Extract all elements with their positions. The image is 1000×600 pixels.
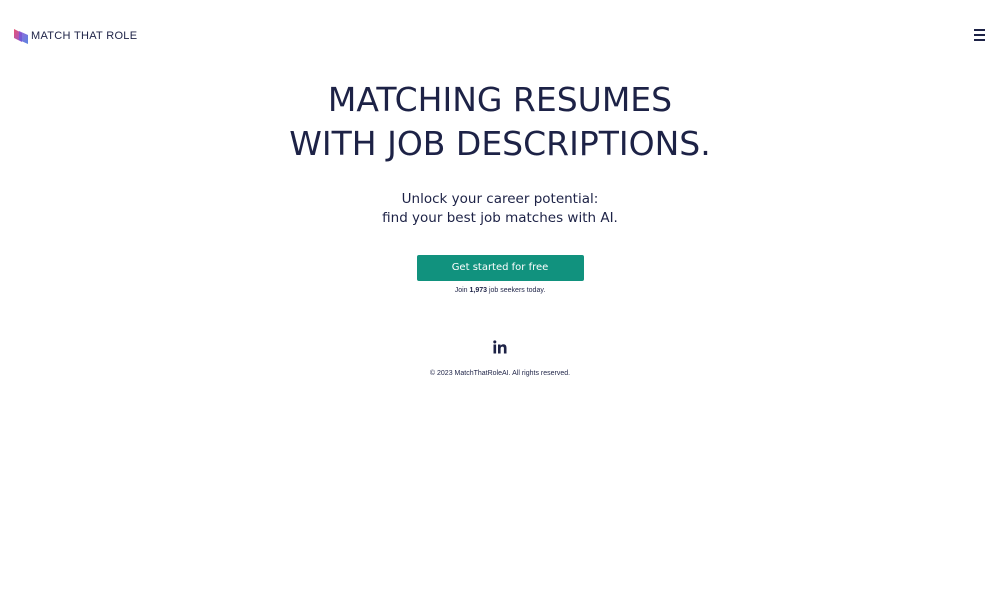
subhead-line-2: find your best job matches with AI. xyxy=(382,210,618,226)
social-proof-suffix: job seekers today. xyxy=(487,287,546,294)
page: MATCH THAT ROLE MATCHING RESUMES WITH JO… xyxy=(0,0,1000,600)
hamburger-menu-icon-bar xyxy=(974,34,985,36)
social-proof-text: Join 1,973 job seekers today. xyxy=(0,286,1000,296)
job-seeker-count: 1,973 xyxy=(469,287,488,294)
social-proof-prefix: Join xyxy=(454,287,470,294)
site-footer: © 2023 MatchThatRoleAI. All rights reser… xyxy=(0,340,1000,379)
copyright-text: © 2023 MatchThatRoleAI. All rights reser… xyxy=(429,370,571,377)
menu-button[interactable] xyxy=(974,28,988,42)
logo-text: MATCH THAT ROLE xyxy=(31,30,138,42)
headline-line-1: MATCHING RESUMES xyxy=(327,80,673,119)
hamburger-menu-icon xyxy=(974,29,985,31)
hero-section: MATCHING RESUMES WITH JOB DESCRIPTIONS. … xyxy=(0,78,1000,296)
hamburger-menu-icon-bar xyxy=(974,39,985,41)
page-title: MATCHING RESUMES WITH JOB DESCRIPTIONS. xyxy=(0,78,1000,166)
hero-subheading: Unlock your career potential: find your … xyxy=(0,190,1000,228)
match-that-role-logo-icon xyxy=(14,29,28,44)
site-header: MATCH THAT ROLE xyxy=(0,0,1000,72)
linkedin-link[interactable] xyxy=(493,340,507,354)
subhead-line-1: Unlock your career potential: xyxy=(401,191,599,207)
get-started-button[interactable]: Get started for free xyxy=(416,255,584,281)
logo-link[interactable]: MATCH THAT ROLE xyxy=(13,27,137,45)
headline-line-2: WITH JOB DESCRIPTIONS. xyxy=(289,124,711,163)
linkedin-icon xyxy=(493,340,507,354)
